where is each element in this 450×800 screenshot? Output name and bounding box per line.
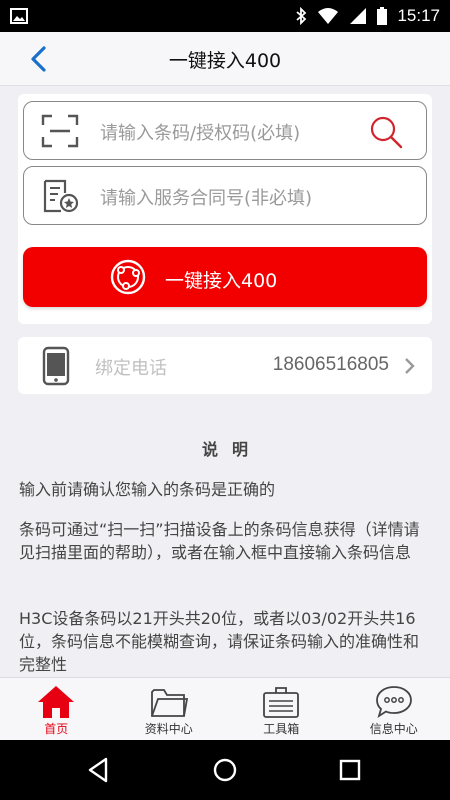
instruction-paragraph: H3C设备条码以21开头共20位，或者以03/02开头共16位，条码信息不能模糊… (19, 609, 420, 674)
tab-resource-center-label: 资料中心 (144, 722, 193, 736)
connect-button-label: 一键接入400 (165, 270, 278, 292)
app-header: 一键接入400 (0, 32, 450, 86)
mobile-phone-icon (42, 346, 70, 386)
barcode-placeholder: 请输入条码/授权码(必填) (100, 123, 301, 144)
signal-icon (350, 8, 367, 24)
tab-home[interactable]: 首页 (0, 678, 113, 740)
bound-phone-number: 18606516805 (272, 354, 389, 375)
chevron-right-icon (405, 358, 415, 374)
tab-toolbox[interactable]: 工具箱 (225, 678, 338, 740)
wifi-icon (318, 8, 339, 24)
scan-icon[interactable] (41, 114, 79, 148)
back-triangle-icon[interactable] (84, 755, 114, 785)
search-icon[interactable] (368, 114, 404, 150)
contract-placeholder: 请输入服务合同号(非必填) (100, 188, 313, 209)
network-globe-icon (110, 259, 146, 295)
contract-document-icon (43, 179, 79, 213)
instruction-paragraph: 输入前请确认您输入的条码是正确的 (19, 480, 276, 499)
home-icon (38, 686, 75, 718)
chat-icon (375, 686, 412, 719)
tab-message-center[interactable]: 信息中心 (338, 678, 450, 740)
gallery-icon (10, 8, 28, 24)
instruction-paragraph: 条码可通过“扫一扫”扫描设备上的条码信息获得（详情请见扫描里面的帮助），或者在输… (19, 520, 420, 562)
system-navigation-bar (0, 740, 450, 800)
page-title: 一键接入400 (168, 50, 282, 72)
instructions-title: 说明 (201, 440, 262, 459)
status-time: 15:17 (397, 6, 440, 25)
bluetooth-icon (296, 7, 307, 25)
tab-home-label: 首页 (44, 722, 69, 736)
home-circle-icon[interactable] (210, 755, 240, 785)
tab-resource-center[interactable]: 资料中心 (113, 678, 226, 740)
contract-number-input[interactable]: 请输入服务合同号(非必填) (23, 166, 427, 225)
bound-phone-row[interactable]: 绑定电话 18606516805 (18, 337, 432, 394)
folder-icon (150, 689, 188, 717)
status-bar: 15:17 (0, 0, 450, 32)
bottom-tab-bar: 首页 资料中心 工具箱 信息中心 (0, 677, 450, 740)
tab-toolbox-label: 工具箱 (263, 722, 300, 736)
barcode-input[interactable]: 请输入条码/授权码(必填) (23, 101, 427, 160)
one-click-connect-button[interactable]: 一键接入400 (23, 247, 427, 307)
battery-icon (377, 7, 388, 25)
tab-message-center-label: 信息中心 (369, 722, 418, 736)
toolbox-icon (263, 687, 300, 718)
form-card: 请输入条码/授权码(必填) 请输入服务合同号(非必填) 一键接入400 (18, 94, 432, 324)
recents-square-icon[interactable] (335, 755, 365, 785)
bound-phone-label: 绑定电话 (95, 358, 167, 379)
